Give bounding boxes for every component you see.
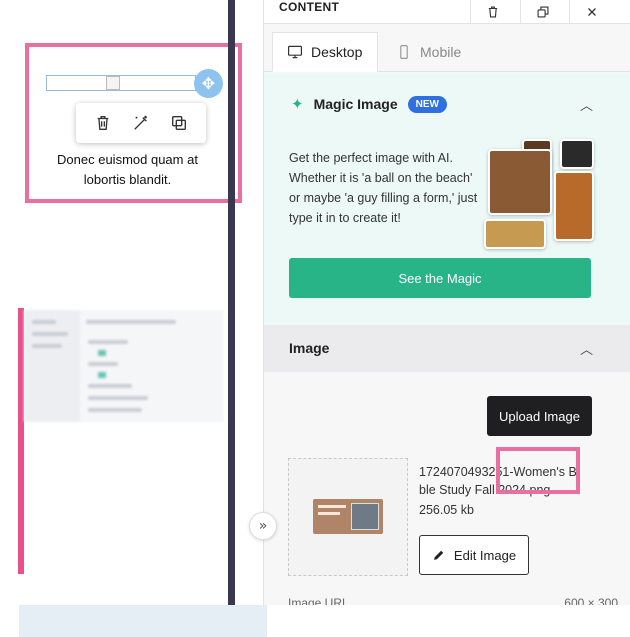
magic-image-section: ✦ Magic Image NEW ︿ Get the perfect imag… bbox=[264, 73, 630, 325]
screen: ✥ Donec euismod quam at lobortis blandit… bbox=[0, 0, 630, 637]
image-file-size: 256.05 kb bbox=[419, 503, 474, 517]
magic-image-title: Magic Image bbox=[313, 96, 398, 112]
tab-desktop-label: Desktop bbox=[311, 44, 363, 60]
pencil-icon bbox=[434, 550, 444, 560]
edit-image-label: Edit Image bbox=[453, 547, 517, 563]
magic-image-header[interactable]: ✦ Magic Image NEW bbox=[291, 95, 447, 113]
desktop-icon bbox=[288, 45, 302, 59]
bottom-strip bbox=[19, 605, 267, 637]
image-section-title: Image bbox=[289, 340, 330, 356]
image-dimensions: 600 × 300 bbox=[564, 596, 618, 605]
sparkle-icon: ✦ bbox=[291, 95, 304, 113]
new-badge: NEW bbox=[407, 95, 447, 113]
mobile-icon bbox=[400, 45, 408, 59]
settings-panel: CONTENT Desktop Mobile ✦ Magic Image NEW… bbox=[263, 0, 630, 605]
highlight-box bbox=[25, 43, 242, 203]
panel-title: CONTENT bbox=[279, 0, 340, 14]
magic-image-description: Get the perfect image with AI. Whether i… bbox=[289, 151, 478, 225]
image-section-header[interactable]: Image ︿ bbox=[264, 325, 630, 372]
panel-header: CONTENT bbox=[264, 0, 630, 24]
page-thumbnail bbox=[24, 310, 224, 422]
highlight-box bbox=[496, 447, 580, 494]
editor-canvas: ✥ Donec euismod quam at lobortis blandit… bbox=[0, 0, 242, 637]
tab-desktop[interactable]: Desktop bbox=[272, 32, 378, 72]
tab-mobile-label: Mobile bbox=[420, 44, 462, 60]
upload-image-button[interactable]: Upload Image bbox=[487, 396, 592, 436]
chevron-up-icon[interactable]: ︿ bbox=[580, 339, 593, 358]
canvas-divider bbox=[228, 0, 235, 605]
image-url-label: Image URL bbox=[288, 596, 349, 605]
collapse-panel-icon[interactable]: » bbox=[249, 512, 277, 540]
trash-icon[interactable] bbox=[470, 0, 514, 24]
magic-image-collage bbox=[484, 139, 594, 249]
edit-image-button[interactable]: Edit Image bbox=[419, 535, 529, 575]
image-url-row: Image URL 600 × 300 bbox=[288, 596, 618, 605]
image-preview[interactable] bbox=[288, 458, 408, 576]
chevron-up-icon[interactable]: ︿ bbox=[580, 95, 593, 114]
close-icon[interactable] bbox=[569, 0, 613, 24]
duplicate-icon[interactable] bbox=[520, 0, 564, 24]
image-thumbnail bbox=[313, 499, 383, 534]
device-tabs: Desktop Mobile bbox=[264, 24, 630, 72]
see-the-magic-button[interactable]: See the Magic bbox=[289, 258, 591, 298]
tab-mobile[interactable]: Mobile bbox=[382, 32, 475, 72]
